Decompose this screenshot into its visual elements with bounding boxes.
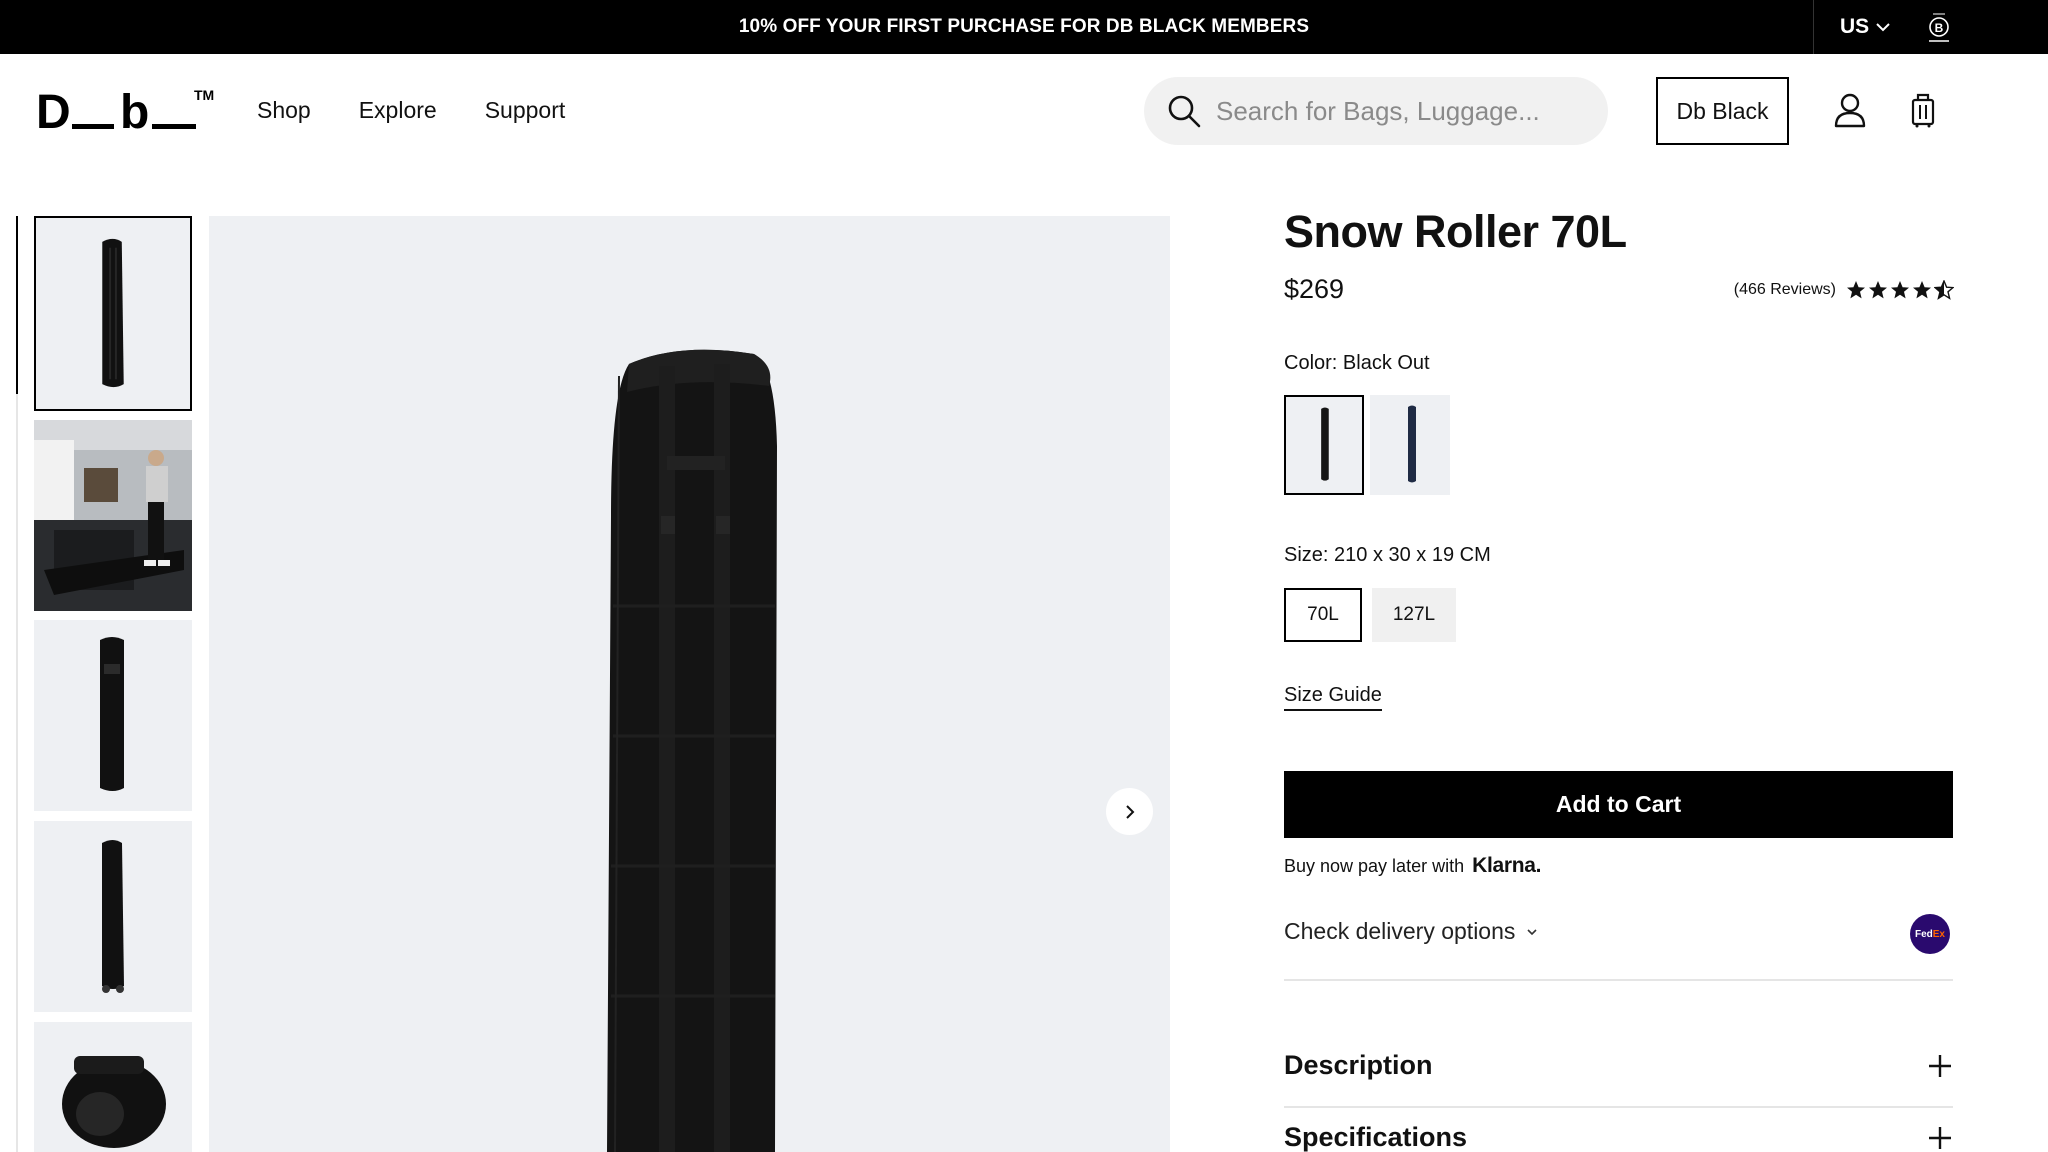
thumbnail-4[interactable]: [34, 821, 192, 1012]
chevron-down-icon: [1876, 23, 1890, 32]
thumbnail-3[interactable]: [34, 620, 192, 811]
region-label: US: [1840, 15, 1870, 38]
nav-shop[interactable]: Shop: [257, 97, 311, 124]
thumbnail-1[interactable]: [34, 216, 192, 411]
nav-explore[interactable]: Explore: [359, 97, 437, 124]
promo-bar: 10% OFF YOUR FIRST PURCHASE FOR DB BLACK…: [0, 0, 2048, 54]
rating-stars: [1846, 280, 1954, 300]
next-image-button[interactable]: [1106, 788, 1153, 835]
accordion-description[interactable]: Description: [1284, 1050, 1953, 1081]
thumbnail-5[interactable]: [34, 1022, 192, 1152]
divider: [1284, 1106, 1953, 1108]
reviews-count: (466 Reviews): [1733, 281, 1836, 298]
ski-bag-image: [36, 218, 190, 409]
user-icon[interactable]: [1834, 92, 1866, 128]
size-guide-link[interactable]: Size Guide: [1284, 684, 1382, 711]
promo-divider: [1813, 0, 1814, 54]
plus-icon: [1929, 1126, 1951, 1149]
svg-text:TM: TM: [194, 87, 214, 103]
star-full-icon: [1869, 281, 1887, 299]
promo-text[interactable]: 10% OFF YOUR FIRST PURCHASE FOR DB BLACK…: [0, 0, 2048, 54]
svg-text:b: b: [120, 86, 149, 138]
db-black-button[interactable]: Db Black: [1656, 77, 1789, 145]
product-price: $269: [1284, 274, 1345, 304]
accordion-specifications-label: Specifications: [1284, 1122, 1468, 1152]
check-delivery-options[interactable]: Check delivery options: [1284, 918, 1539, 945]
svg-text:D: D: [36, 86, 71, 138]
accordion-specifications[interactable]: Specifications: [1284, 1122, 1953, 1152]
thumbnail-2[interactable]: [34, 420, 192, 611]
size-label: Size: 210 x 30 x 19 CM: [1284, 544, 1491, 566]
plus-icon: [1929, 1054, 1951, 1077]
size-option-127l[interactable]: 127L: [1372, 588, 1456, 642]
ski-bag-rolled-image: [34, 1022, 192, 1152]
star-full-icon: [1847, 281, 1865, 299]
nav-support[interactable]: Support: [485, 97, 566, 124]
color-swatch-blue-hour[interactable]: [1370, 395, 1450, 495]
search-icon[interactable]: [1166, 93, 1202, 129]
product-title: Snow Roller 70L: [1284, 206, 1627, 257]
add-to-cart-button[interactable]: Add to Cart: [1284, 771, 1953, 838]
fedex-ex: Ex: [1932, 928, 1945, 940]
reviews-summary[interactable]: (466 Reviews): [1734, 280, 1954, 300]
search-input[interactable]: [1216, 95, 1586, 127]
klarna-text: Buy now pay later with: [1284, 855, 1465, 876]
b-corp-icon: B: [1929, 13, 1949, 42]
chevron-right-icon: [1125, 804, 1134, 819]
klarna-row: Buy now pay later with Klarna.: [1284, 854, 1541, 878]
klarna-logo[interactable]: Klarna.: [1472, 854, 1541, 878]
search-bar[interactable]: [1144, 77, 1608, 145]
main-nav: Shop Explore Support: [257, 54, 565, 166]
brand-logo[interactable]: D b TM: [36, 84, 218, 138]
ski-bag-main-image: [209, 216, 1170, 1152]
chevron-down-icon: [1527, 928, 1537, 935]
ski-bag-front-image: [34, 620, 192, 811]
delivery-label: Check delivery options: [1284, 918, 1516, 944]
fedex-fed: Fed: [1914, 928, 1933, 940]
cart-icon[interactable]: [1909, 92, 1937, 128]
fedex-logo: Fed Ex: [1910, 914, 1950, 954]
star-full-icon: [1891, 281, 1909, 299]
color-swatch-black-out[interactable]: [1284, 395, 1364, 495]
divider: [1284, 979, 1953, 981]
swatch-black-image: [1321, 407, 1329, 481]
ski-bag-side-image: [34, 821, 192, 1012]
color-label: Color: Black Out: [1284, 352, 1430, 374]
star-full-icon: [1913, 281, 1931, 299]
star-half-icon: [1934, 280, 1954, 300]
swatch-blue-image: [1408, 405, 1416, 483]
svg-text:B: B: [1935, 21, 1944, 35]
lifestyle-photo-image: [34, 420, 192, 611]
size-option-70l[interactable]: 70L: [1284, 588, 1362, 642]
accordion-description-label: Description: [1284, 1050, 1433, 1080]
thumbnail-scrollbar-thumb[interactable]: [16, 216, 18, 394]
region-selector[interactable]: US: [1840, 0, 1891, 54]
main-product-image[interactable]: [209, 216, 1170, 1152]
site-header: D b TM Shop Explore Support Db Black: [0, 54, 2048, 166]
